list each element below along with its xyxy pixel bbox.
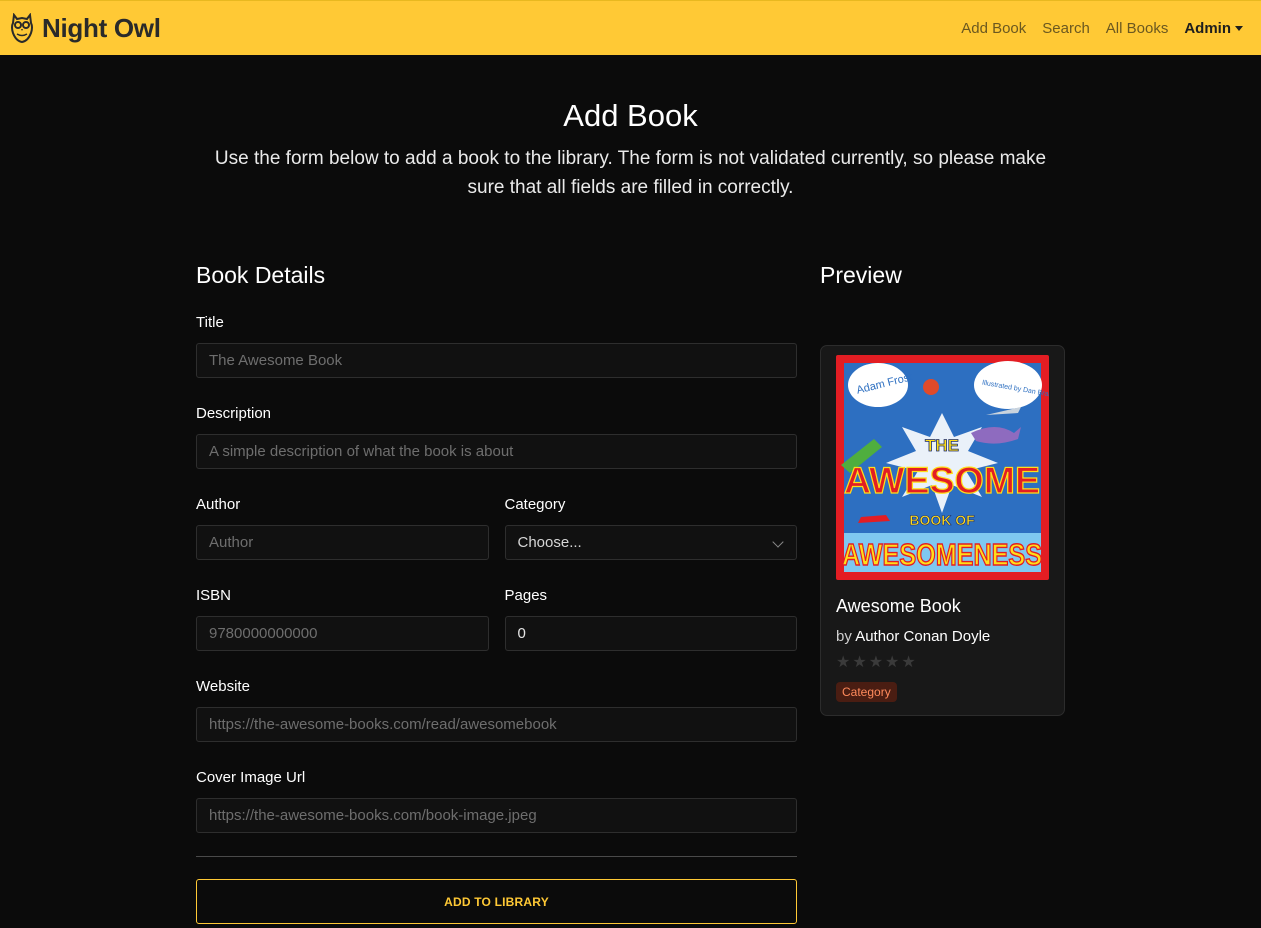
rating-stars: ★ ★ ★ ★ ★	[836, 655, 1049, 671]
cover-line-book-of: BOOK OF	[909, 512, 975, 528]
category-label: Category	[504, 496, 566, 513]
book-cover-image: Adam Frost Illustrated by Dan Bramall TH…	[836, 355, 1049, 580]
isbn-field-group: ISBN	[196, 587, 489, 651]
pages-label: Pages	[504, 587, 548, 604]
preview-section: Preview Adam Frost Illustrated by Dan Br…	[820, 262, 1065, 716]
category-badge: Category	[836, 682, 897, 702]
pages-field-group: Pages	[504, 587, 797, 651]
page-intro: Use the form below to add a book to the …	[214, 148, 1047, 198]
description-field-group: Description	[196, 405, 797, 469]
navbar: Night Owl Add Book Search All Books Admi…	[0, 0, 1261, 55]
book-details-heading: Book Details	[196, 262, 326, 288]
add-to-library-button[interactable]: ADD TO LIBRARY	[196, 879, 797, 924]
category-select[interactable]: Choose...	[504, 525, 797, 560]
cover-line-awesome: AWESOME	[844, 460, 1040, 501]
nav-link-add-book[interactable]: Add Book	[961, 20, 1026, 37]
description-input[interactable]	[196, 434, 797, 469]
admin-label: Admin	[1184, 19, 1231, 37]
star-icon: ★	[901, 654, 916, 671]
isbn-input[interactable]	[196, 616, 489, 651]
star-icon: ★	[836, 654, 851, 671]
author-category-row: Author Category Choose...	[196, 496, 797, 587]
pages-input[interactable]	[504, 616, 797, 651]
cover-line-awesomeness: AWESOMENESS	[842, 537, 1042, 572]
chevron-down-icon	[772, 536, 784, 548]
cover-url-field-group: Cover Image Url	[196, 769, 797, 833]
book-details-form: Book Details Title Description Author Ca…	[196, 262, 797, 924]
isbn-pages-row: ISBN Pages	[196, 587, 797, 678]
star-icon: ★	[885, 654, 900, 671]
preview-author-line: by Author Conan Doyle	[836, 628, 1049, 645]
description-label: Description	[196, 405, 272, 422]
star-icon: ★	[868, 654, 884, 671]
category-selected-value: Choose...	[517, 534, 582, 551]
brand-link[interactable]: Night Owl	[10, 13, 161, 44]
title-field-group: Title	[196, 314, 797, 378]
website-field-group: Website	[196, 678, 797, 742]
preview-book-title: Awesome Book	[836, 596, 961, 616]
nav-link-all-books[interactable]: All Books	[1106, 20, 1169, 37]
cover-url-input[interactable]	[196, 798, 797, 833]
website-input[interactable]	[196, 707, 797, 742]
owl-logo-icon	[11, 13, 33, 43]
category-field-group: Category Choose...	[504, 496, 797, 560]
book-preview-card: Adam Frost Illustrated by Dan Bramall TH…	[820, 345, 1065, 716]
title-input[interactable]	[196, 343, 797, 378]
author-input[interactable]	[196, 525, 489, 560]
author-label: Author	[196, 496, 241, 513]
form-divider	[196, 856, 797, 857]
preview-heading: Preview	[820, 262, 902, 288]
nav-link-search[interactable]: Search	[1042, 20, 1090, 37]
website-label: Website	[196, 678, 250, 695]
cover-url-label: Cover Image Url	[196, 769, 306, 786]
isbn-label: ISBN	[196, 587, 232, 604]
caret-down-icon	[1235, 26, 1243, 31]
star-icon: ★	[852, 654, 867, 671]
brand-name: Night Owl	[42, 12, 161, 43]
author-field-group: Author	[196, 496, 489, 560]
preview-by-label: by	[836, 628, 852, 645]
cover-line-the: THE	[925, 436, 959, 455]
page-title: Add Book	[563, 98, 698, 133]
page-header: Add Book Use the form below to add a boo…	[0, 98, 1261, 202]
nav-links: Add Book Search All Books Admin	[961, 20, 1243, 37]
preview-author-name: Author Conan Doyle	[855, 628, 991, 645]
title-label: Title	[196, 314, 224, 331]
admin-dropdown[interactable]: Admin	[1184, 20, 1243, 37]
